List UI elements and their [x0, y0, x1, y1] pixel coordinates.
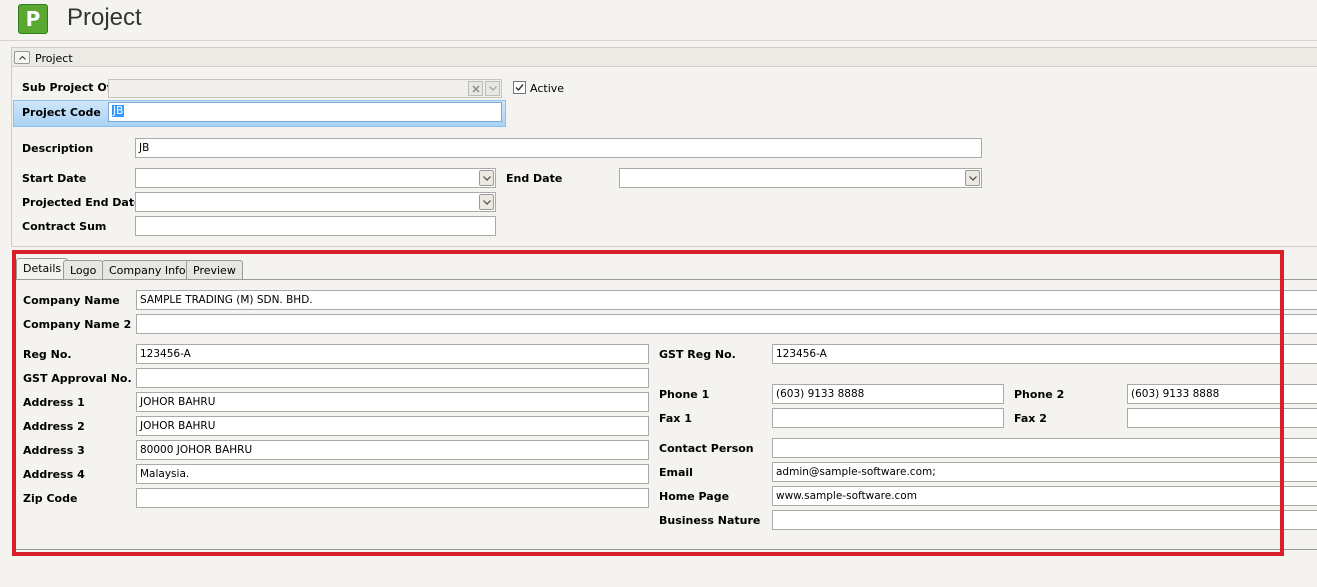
contact-person-label: Contact Person	[659, 442, 754, 455]
logo-letter: P	[25, 7, 41, 31]
fax1-label: Fax 1	[659, 412, 692, 425]
chevron-down-icon[interactable]	[485, 81, 500, 96]
email-label: Email	[659, 466, 693, 479]
collapse-button[interactable]	[14, 51, 30, 64]
company-name-input[interactable]: SAMPLE TRADING (M) SDN. BHD.	[136, 290, 1317, 310]
address1-label: Address 1	[23, 396, 85, 409]
phone2-input[interactable]: (603) 9133 8888	[1127, 384, 1317, 404]
address1-input[interactable]: JOHOR BAHRU	[136, 392, 649, 412]
checkmark-icon	[515, 84, 524, 92]
business-nature-label: Business Nature	[659, 514, 761, 527]
tab-logo[interactable]: Logo	[63, 260, 104, 280]
address3-input[interactable]: 80000 JOHOR BAHRU	[136, 440, 649, 460]
phone2-label: Phone 2	[1014, 388, 1065, 401]
home-page-label: Home Page	[659, 490, 730, 503]
phone1-input[interactable]: (603) 9133 8888	[772, 384, 1004, 404]
fax2-input[interactable]	[1127, 408, 1317, 428]
chevron-down-icon[interactable]	[965, 170, 980, 186]
chevron-down-icon[interactable]	[479, 194, 494, 210]
page-title: Project	[67, 4, 142, 31]
gst-reg-input[interactable]: 123456-A	[772, 344, 1317, 364]
section-title: Project	[35, 52, 73, 65]
fax1-input[interactable]	[772, 408, 1004, 428]
fax2-label: Fax 2	[1014, 412, 1047, 425]
company-name-label: Company Name	[23, 294, 120, 307]
contract-sum-input[interactable]	[135, 216, 496, 236]
header-divider	[0, 40, 1317, 41]
zip-code-input[interactable]	[136, 488, 649, 508]
sub-project-of-field[interactable]	[108, 79, 502, 98]
tab-company-info[interactable]: Company Info	[102, 260, 193, 280]
description-input[interactable]: JB	[135, 138, 982, 158]
start-date-picker[interactable]	[135, 168, 496, 188]
email-input[interactable]: admin@sample-software.com;	[772, 462, 1317, 482]
projected-end-date-picker[interactable]	[135, 192, 496, 212]
gst-reg-label: GST Reg No.	[659, 348, 736, 361]
start-date-label: Start Date	[22, 172, 87, 185]
active-label: Active	[530, 82, 565, 95]
reg-no-input[interactable]: 123456-A	[136, 344, 649, 364]
gst-approval-label: GST Approval No.	[23, 372, 132, 385]
app-logo: P	[18, 4, 48, 34]
address2-label: Address 2	[23, 420, 85, 433]
zip-code-label: Zip Code	[23, 492, 78, 505]
project-code-input[interactable]: JB	[108, 102, 502, 122]
clear-icon[interactable]	[468, 81, 483, 96]
company-name2-label: Company Name 2	[23, 318, 132, 331]
chevron-down-icon[interactable]	[479, 170, 494, 186]
gst-approval-input[interactable]	[136, 368, 649, 388]
description-label: Description	[22, 142, 94, 155]
home-page-input[interactable]: www.sample-software.com	[772, 486, 1317, 506]
active-checkbox[interactable]	[513, 81, 526, 94]
sub-project-of-label: Sub Project Of	[22, 81, 112, 94]
section-header	[11, 47, 1317, 67]
tab-details[interactable]: Details	[16, 258, 69, 280]
project-code-label: Project Code	[22, 106, 101, 119]
address4-input[interactable]: Malaysia.	[136, 464, 649, 484]
address3-label: Address 3	[23, 444, 85, 457]
contact-person-input[interactable]	[772, 438, 1317, 458]
company-name2-input[interactable]	[136, 314, 1317, 334]
contract-sum-label: Contract Sum	[22, 220, 107, 233]
end-date-label: End Date	[506, 172, 563, 185]
projected-end-date-label: Projected End Date	[22, 196, 142, 209]
address2-input[interactable]: JOHOR BAHRU	[136, 416, 649, 436]
address4-label: Address 4	[23, 468, 85, 481]
reg-no-label: Reg No.	[23, 348, 72, 361]
phone1-label: Phone 1	[659, 388, 710, 401]
business-nature-input[interactable]	[772, 510, 1317, 530]
end-date-picker[interactable]	[619, 168, 982, 188]
chevron-up-icon	[18, 55, 26, 60]
tab-preview[interactable]: Preview	[186, 260, 243, 280]
